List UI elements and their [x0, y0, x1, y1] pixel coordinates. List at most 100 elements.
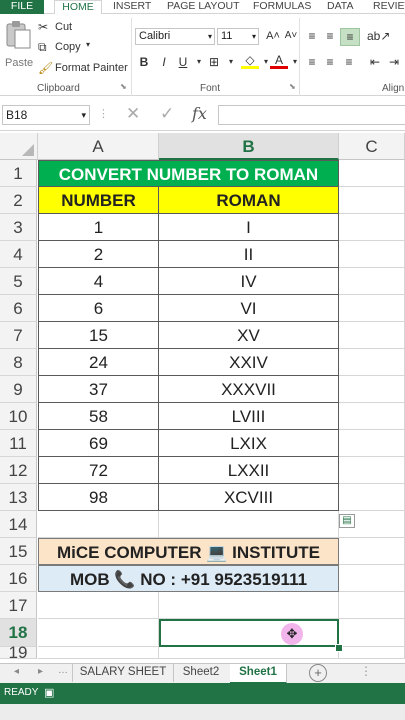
row-header[interactable]: 9	[0, 376, 37, 403]
format-painter-button[interactable]: 🖌 Format Painter	[38, 61, 128, 77]
row-header[interactable]: 14	[0, 511, 37, 538]
empty-cell[interactable]	[38, 619, 159, 647]
header-cell-roman[interactable]: ROMAN	[159, 187, 339, 214]
chevron-down-icon[interactable]: ▾	[222, 54, 240, 70]
row-header[interactable]: 3	[0, 214, 37, 241]
empty-cell[interactable]	[38, 592, 159, 619]
scroll-left-icon[interactable]: ◂	[14, 666, 19, 677]
empty-cell[interactable]	[339, 376, 405, 403]
italic-button[interactable]: I	[155, 54, 173, 70]
row-header[interactable]: 7	[0, 322, 37, 349]
empty-cell[interactable]	[159, 647, 339, 659]
row-header[interactable]: 11	[0, 430, 37, 457]
empty-cell[interactable]	[159, 511, 339, 538]
empty-cell[interactable]	[159, 592, 339, 619]
align-top-icon[interactable]: ≡	[303, 28, 321, 44]
align-left-icon[interactable]: ≡	[303, 54, 321, 70]
row-header[interactable]: 6	[0, 295, 37, 322]
row-header[interactable]: 4	[0, 241, 37, 268]
name-box[interactable]: B18 ▾	[2, 105, 90, 125]
copy-button[interactable]: ⧉ Copy ▾	[38, 40, 98, 56]
row-header[interactable]: 17	[0, 592, 37, 619]
number-cell[interactable]: 69	[38, 430, 159, 457]
decrease-indent-icon[interactable]: ⇤	[366, 54, 384, 70]
roman-cell[interactable]: XV	[159, 322, 339, 349]
scroll-right-icon[interactable]: ▸	[38, 666, 43, 677]
select-all-corner[interactable]	[0, 133, 38, 160]
row-header[interactable]: 12	[0, 457, 37, 484]
formula-input[interactable]	[218, 105, 405, 125]
row-header[interactable]: 5	[0, 268, 37, 295]
row-header[interactable]: 2	[0, 187, 37, 214]
tab-formulas[interactable]: FORMULAS	[253, 0, 311, 14]
empty-cell[interactable]	[38, 647, 159, 659]
empty-cell[interactable]	[339, 403, 405, 430]
paste-button[interactable]: Paste	[2, 20, 34, 76]
roman-cell[interactable]: LXIX	[159, 430, 339, 457]
dialog-launcher-icon[interactable]: ⬊	[289, 82, 296, 91]
chevron-down-icon[interactable]: ▾	[286, 54, 304, 70]
number-cell[interactable]: 1	[38, 214, 159, 241]
empty-cell[interactable]	[339, 160, 405, 187]
column-header-c[interactable]: C	[339, 133, 405, 160]
row-header[interactable]: 10	[0, 403, 37, 430]
orientation-icon[interactable]: ab↗	[367, 28, 390, 44]
sheet-tab-sheet2[interactable]: Sheet2	[172, 664, 231, 682]
empty-cell[interactable]	[339, 538, 405, 565]
title-cell[interactable]: CONVERT NUMBER TO ROMAN	[38, 160, 339, 187]
roman-cell[interactable]: XXXVII	[159, 376, 339, 403]
number-cell[interactable]: 72	[38, 457, 159, 484]
roman-cell[interactable]: XXIV	[159, 349, 339, 376]
increase-font-icon[interactable]: A˄	[264, 28, 282, 44]
dialog-launcher-icon[interactable]: ⬊	[120, 82, 127, 91]
macro-record-icon[interactable]: ▣	[44, 686, 54, 699]
mobile-banner-cell[interactable]: MOB 📞 NO : +91 9523519111	[38, 565, 339, 592]
roman-cell[interactable]: I	[159, 214, 339, 241]
selected-cell[interactable]	[159, 619, 339, 647]
empty-cell[interactable]	[339, 187, 405, 214]
empty-cell[interactable]	[339, 565, 405, 592]
row-header[interactable]: 15	[0, 538, 37, 565]
row-header[interactable]: 16	[0, 565, 37, 592]
number-cell[interactable]: 2	[38, 241, 159, 268]
add-sheet-button[interactable]: +	[309, 664, 327, 682]
number-cell[interactable]: 98	[38, 484, 159, 511]
increase-indent-icon[interactable]: ⇥	[385, 54, 403, 70]
empty-cell[interactable]	[339, 647, 405, 659]
align-right-icon[interactable]: ≡	[340, 54, 358, 70]
empty-cell[interactable]	[339, 619, 405, 647]
number-cell[interactable]: 4	[38, 268, 159, 295]
empty-cell[interactable]	[38, 511, 159, 538]
align-center-icon[interactable]: ≡	[321, 54, 339, 70]
empty-cell[interactable]	[339, 241, 405, 268]
decrease-font-icon[interactable]: A˅	[282, 28, 300, 44]
insert-function-icon[interactable]: fx	[192, 104, 207, 123]
quick-analysis-icon[interactable]: ▤	[339, 514, 355, 528]
empty-cell[interactable]	[339, 457, 405, 484]
borders-icon[interactable]: ⊞	[205, 54, 223, 70]
institute-banner-cell[interactable]: MiCE COMPUTER 💻 INSTITUTE	[38, 538, 339, 565]
empty-cell[interactable]	[339, 484, 405, 511]
roman-cell[interactable]: IV	[159, 268, 339, 295]
cut-button[interactable]: ✂ Cut	[38, 20, 98, 36]
roman-cell[interactable]: VI	[159, 295, 339, 322]
font-name-select[interactable]: Calibri ▾	[135, 28, 215, 45]
row-header[interactable]: 19	[0, 644, 37, 661]
empty-cell[interactable]	[339, 295, 405, 322]
tab-review[interactable]: REVIEW	[373, 0, 405, 14]
fill-handle[interactable]	[335, 644, 343, 652]
roman-cell[interactable]: LXXII	[159, 457, 339, 484]
column-header-a[interactable]: A	[38, 133, 159, 160]
tab-file[interactable]: FILE	[0, 0, 44, 14]
roman-cell[interactable]: LVIII	[159, 403, 339, 430]
tab-data[interactable]: DATA	[327, 0, 353, 14]
align-bottom-icon[interactable]: ≡	[340, 28, 360, 46]
more-sheets-icon[interactable]: …	[58, 665, 68, 676]
empty-cell[interactable]	[339, 349, 405, 376]
tab-page-layout[interactable]: PAGE LAYOUT	[167, 0, 240, 14]
empty-cell[interactable]	[339, 430, 405, 457]
empty-cell[interactable]	[339, 322, 405, 349]
tab-insert[interactable]: INSERT	[113, 0, 151, 14]
number-cell[interactable]: 58	[38, 403, 159, 430]
row-header[interactable]: 8	[0, 349, 37, 376]
